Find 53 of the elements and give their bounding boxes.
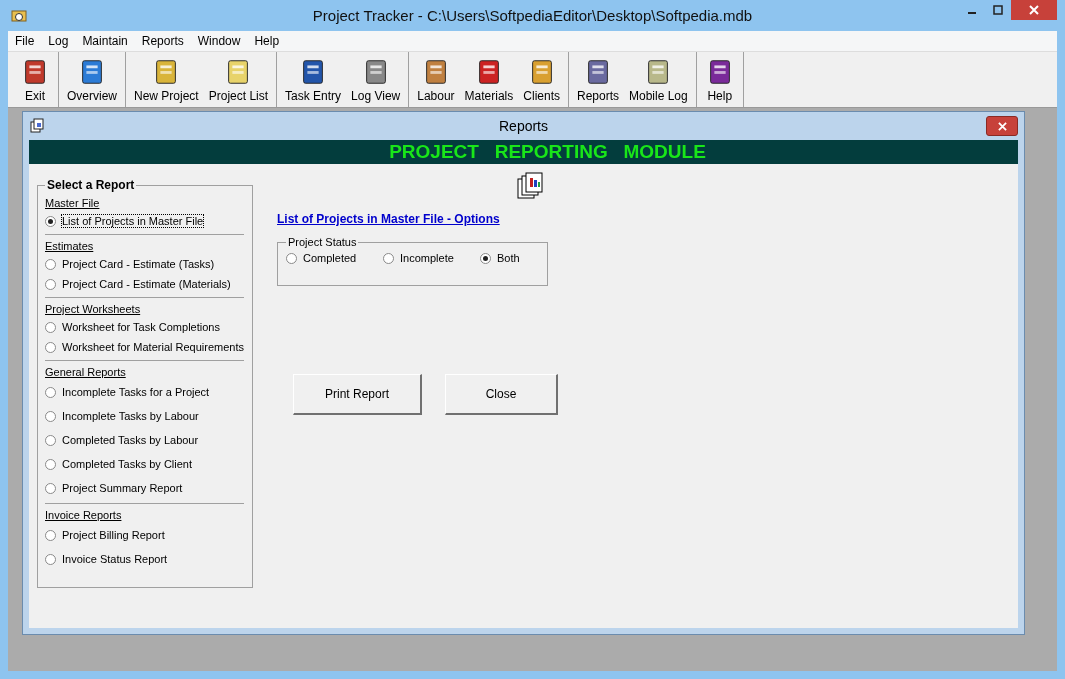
toolbar-button[interactable]: Project List <box>203 52 274 107</box>
toolbar-button[interactable]: Exit <box>15 52 55 107</box>
section-title: General Reports <box>45 366 127 378</box>
toolbar-button[interactable]: Reports <box>572 52 624 107</box>
section-title: Invoice Reports <box>45 509 123 521</box>
toolbar-button[interactable]: Log View <box>346 52 406 107</box>
menu-item[interactable]: Help <box>247 34 287 48</box>
section-title: Project Worksheets <box>45 303 142 315</box>
toolbar-button[interactable]: Help <box>699 52 740 107</box>
radio-option[interactable]: Invoice Status Report <box>45 547 244 571</box>
radio-option[interactable]: Project Billing Report <box>45 523 244 547</box>
radio-option[interactable]: Incomplete <box>383 248 480 268</box>
radio-option[interactable]: Incomplete Tasks for a Project <box>45 380 244 404</box>
radio-option[interactable]: Project Card - Estimate (Materials) <box>45 274 244 294</box>
radio-option[interactable]: Worksheet for Material Requirements <box>45 337 244 357</box>
radio-option[interactable]: Worksheet for Task Completions <box>45 317 244 337</box>
radio-option[interactable]: Completed <box>286 248 383 268</box>
dialog-button[interactable]: Print Report <box>293 374 422 415</box>
radio-option[interactable]: Project Summary Report <box>45 476 244 500</box>
toolbar-button[interactable]: Mobile Log <box>624 52 693 107</box>
section-title: Estimates <box>45 240 95 252</box>
close-icon <box>997 121 1007 131</box>
menu-item[interactable]: File <box>8 34 42 48</box>
radio-option[interactable]: Completed Tasks by Labour <box>45 428 244 452</box>
close-button[interactable] <box>986 116 1018 136</box>
radio-option[interactable]: Incomplete Tasks by Labour <box>45 404 244 428</box>
close-button[interactable] <box>1011 0 1057 20</box>
radio-option[interactable]: Both <box>480 248 520 268</box>
group-title: Select a Report <box>46 178 136 192</box>
radio-option[interactable]: Completed Tasks by Client <box>45 452 244 476</box>
menu-item[interactable]: Window <box>190 34 248 48</box>
toolbar-button[interactable]: New Project <box>129 52 204 107</box>
child-window-title: Reports <box>499 118 548 134</box>
app-icon <box>11 7 27 24</box>
window-title: Project Tracker - C:\Users\SoftpediaEditor\Desktop\Softpedia.mdb <box>312 7 753 24</box>
radio-option[interactable]: List of Projects in Master File <box>45 211 244 231</box>
toolbar-button[interactable]: Overview <box>62 52 122 107</box>
section-title: Master File <box>45 197 101 209</box>
toolbar-button[interactable]: Clients <box>518 52 565 107</box>
banner: PROJECT REPORTING MODULE <box>29 140 1018 164</box>
minimize-icon <box>968 12 976 14</box>
maximize-icon <box>993 5 1003 15</box>
menu-item[interactable]: Reports <box>134 34 191 48</box>
toolbar-button[interactable]: Labour <box>412 52 460 107</box>
group-title: Project Status <box>287 236 358 248</box>
menu-item[interactable]: Maintain <box>75 34 135 48</box>
options-link[interactable]: List of Projects in Master File - Options <box>277 212 500 226</box>
close-icon <box>1029 5 1039 15</box>
toolbar-button[interactable]: Materials <box>459 52 519 107</box>
toolbar-button[interactable]: Task Entry <box>280 52 347 107</box>
radio-option[interactable]: Project Card - Estimate (Tasks) <box>45 254 244 274</box>
menu-item[interactable]: Log <box>41 34 76 48</box>
dialog-button[interactable]: Close <box>445 374 558 415</box>
